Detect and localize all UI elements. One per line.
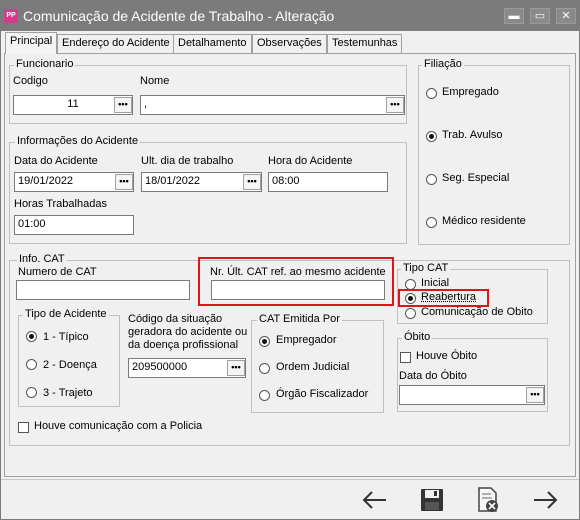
emitida-por-group-label: CAT Emitida Por bbox=[257, 313, 342, 325]
nome-field[interactable]: , bbox=[140, 95, 405, 115]
horas-trabalhadas-label: Horas Trabalhadas bbox=[14, 198, 107, 210]
window-title: Comunicação de Acidente de Trabalho - Al… bbox=[23, 8, 335, 24]
info-cat-group-label: Info. CAT bbox=[17, 253, 67, 265]
emitida-por-empregador-radio[interactable] bbox=[259, 336, 270, 347]
hora-acidente-label: Hora do Acidente bbox=[268, 155, 353, 167]
arrow-right-icon[interactable] bbox=[528, 485, 562, 515]
emitida-por-orgao-fiscalizador-radio[interactable] bbox=[259, 390, 270, 401]
horas-trabalhadas-field[interactable]: 01:00 bbox=[14, 215, 134, 235]
filiacao-empregado-radio[interactable] bbox=[426, 88, 437, 99]
window: PP Comunicação de Acidente de Trabalho -… bbox=[0, 0, 580, 520]
nome-lookup-button[interactable]: ••• bbox=[386, 97, 404, 113]
maximize-button[interactable]: ▭ bbox=[530, 8, 550, 24]
tipo-cat-reabertura-label: Reabertura bbox=[421, 291, 477, 303]
tipo-cat-obito-radio[interactable] bbox=[405, 308, 416, 319]
filiacao-trab-avulso-radio[interactable] bbox=[426, 131, 437, 142]
numero-cat-label: Numero de CAT bbox=[18, 266, 97, 278]
tipo-acidente-doenca-radio[interactable] bbox=[26, 359, 37, 370]
data-obito-picker-button[interactable]: ••• bbox=[526, 387, 544, 403]
tab-principal[interactable]: Principal bbox=[5, 32, 58, 54]
title-bar: PP Comunicação de Acidente de Trabalho -… bbox=[1, 1, 579, 31]
filiacao-empregado-label: Empregado bbox=[442, 86, 499, 98]
houve-obito-checkbox[interactable] bbox=[400, 352, 411, 363]
save-icon[interactable] bbox=[415, 485, 449, 515]
filiacao-medico-residente-label: Médico residente bbox=[442, 215, 526, 227]
obito-group-label: Óbito bbox=[402, 331, 433, 343]
acidente-group-label: Informações do Acidente bbox=[15, 135, 141, 147]
emitida-por-ordem-judicial-radio[interactable] bbox=[259, 363, 270, 374]
codigo-label: Codigo bbox=[13, 75, 48, 87]
tipo-acidente-group-label: Tipo de Acidente bbox=[23, 308, 109, 320]
filiacao-seg-especial-label: Seg. Especial bbox=[442, 172, 510, 184]
funcionario-group-label: Funcionario bbox=[14, 58, 76, 70]
tipo-acidente-tipico-radio[interactable] bbox=[26, 331, 37, 342]
tipo-acidente-trajeto-label: 3 - Trajeto bbox=[43, 387, 93, 399]
tipo-cat-group-label: Tipo CAT bbox=[401, 262, 451, 274]
ult-dia-picker-button[interactable]: ••• bbox=[243, 174, 261, 190]
policia-label: Houve comunicação com a Policia bbox=[34, 420, 203, 432]
tipo-acidente-tipico-label: 1 - Típico bbox=[43, 331, 89, 343]
tipo-acidente-trajeto-radio[interactable] bbox=[26, 387, 37, 398]
filiacao-group-label: Filiação bbox=[422, 58, 464, 70]
filiacao-trab-avulso-label: Trab. Avulso bbox=[442, 129, 503, 141]
data-obito-field[interactable] bbox=[399, 385, 545, 405]
minimize-button[interactable]: ▬ bbox=[504, 8, 524, 24]
filiacao-seg-especial-radio[interactable] bbox=[426, 174, 437, 185]
arrow-left-icon[interactable] bbox=[358, 485, 392, 515]
tab-observacoes[interactable]: Observações bbox=[252, 34, 327, 53]
houve-obito-label: Houve Óbito bbox=[416, 350, 478, 362]
tab-detalhamento[interactable]: Detalhamento bbox=[173, 34, 252, 53]
codigo-lookup-button[interactable]: ••• bbox=[114, 97, 132, 113]
filiacao-medico-residente-radio[interactable] bbox=[426, 217, 437, 228]
data-acidente-picker-button[interactable]: ••• bbox=[115, 174, 133, 190]
close-button[interactable]: ✕ bbox=[556, 8, 576, 24]
hora-acidente-field[interactable]: 08:00 bbox=[268, 172, 388, 192]
tipo-cat-inicial-label: Inicial bbox=[421, 277, 450, 289]
data-obito-label: Data do Óbito bbox=[399, 370, 467, 382]
nome-label: Nome bbox=[140, 75, 170, 87]
nr-ult-cat-field[interactable] bbox=[211, 280, 385, 300]
cancel-document-icon[interactable] bbox=[471, 485, 505, 515]
codigo-situacao-label-line-1: Código da situação bbox=[128, 313, 223, 325]
numero-cat-field[interactable] bbox=[16, 280, 190, 300]
emitida-por-orgao-fiscalizador-label: Órgão Fiscalizador bbox=[276, 388, 369, 400]
emitida-por-ordem-judicial-label: Ordem Judicial bbox=[276, 361, 350, 373]
codigo-situacao-label-line-3: da doença profissional bbox=[128, 339, 239, 351]
nr-ult-cat-label: Nr. Últ. CAT ref. ao mesmo acidente bbox=[210, 266, 386, 278]
tipo-acidente-doenca-label: 2 - Doença bbox=[43, 359, 97, 371]
policia-checkbox[interactable] bbox=[18, 422, 29, 433]
codigo-situacao-label-line-2: geradora do acidente ou bbox=[128, 326, 248, 338]
tipo-cat-reabertura-radio[interactable] bbox=[405, 293, 416, 304]
tab-endereco-acidente[interactable]: Endereço do Acidente bbox=[57, 34, 175, 53]
ult-dia-label: Ult. dia de trabalho bbox=[141, 155, 234, 167]
tab-testemunhas[interactable]: Testemunhas bbox=[327, 34, 403, 53]
data-acidente-label: Data do Acidente bbox=[14, 155, 98, 167]
app-icon: PP bbox=[4, 9, 18, 23]
emitida-por-empregador-label: Empregador bbox=[276, 334, 337, 346]
tipo-cat-obito-label: Comunicação de Obito bbox=[421, 306, 533, 318]
codigo-situacao-lookup-button[interactable]: ••• bbox=[227, 360, 245, 376]
